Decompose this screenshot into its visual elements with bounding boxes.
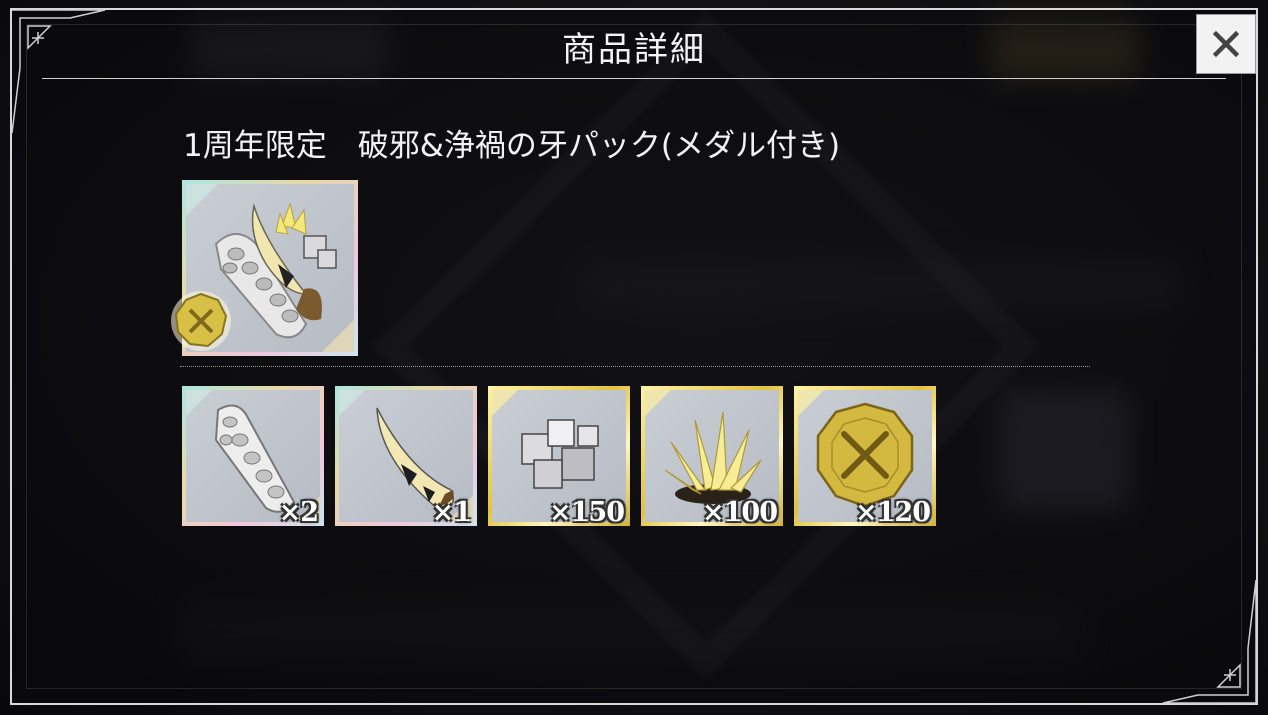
content-item[interactable]: ×100 bbox=[641, 386, 783, 528]
dialog-title: 商品詳細 bbox=[562, 30, 706, 70]
item-quantity: ×120 bbox=[855, 497, 931, 528]
item-quantity: ×150 bbox=[549, 497, 625, 528]
corner-ornament-icon bbox=[1162, 579, 1257, 704]
medal-icon bbox=[171, 291, 231, 351]
screen: 商品詳細 1周年限定 破邪&浄禍の牙パック(メダル付き) ×2 ×1 ×150 … bbox=[0, 0, 1268, 715]
close-icon bbox=[1213, 31, 1239, 57]
content-item[interactable]: ×150 bbox=[488, 386, 630, 528]
item-quantity: ×100 bbox=[702, 497, 778, 528]
content-item[interactable]: ×1 bbox=[335, 386, 477, 528]
section-divider bbox=[180, 366, 1090, 367]
content-item[interactable]: ×2 bbox=[182, 386, 324, 528]
product-name: 1周年限定 破邪&浄禍の牙パック(メダル付き) bbox=[183, 128, 841, 164]
title-divider bbox=[42, 78, 1226, 79]
pack-thumbnail bbox=[171, 180, 358, 356]
product-detail-dialog bbox=[10, 8, 1258, 705]
close-button[interactable] bbox=[1196, 14, 1256, 74]
item-quantity: ×2 bbox=[278, 497, 319, 528]
item-quantity: ×1 bbox=[431, 497, 472, 528]
content-item[interactable]: ×120 bbox=[794, 386, 936, 528]
